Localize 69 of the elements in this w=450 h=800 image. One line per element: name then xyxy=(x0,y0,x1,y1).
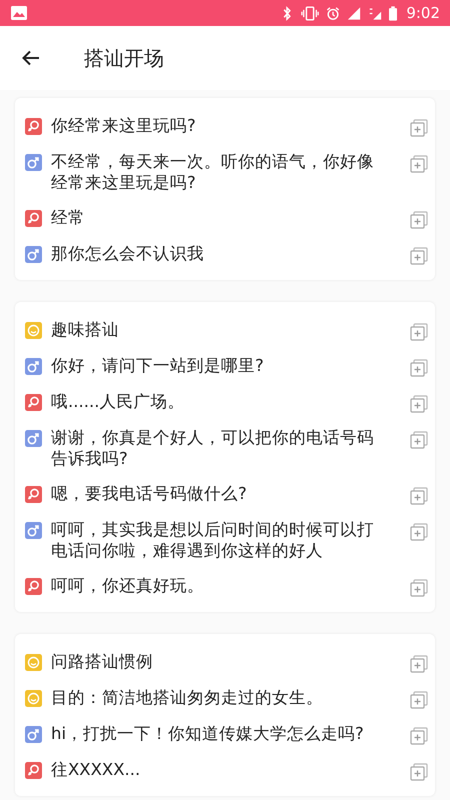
female-symbol-icon xyxy=(25,486,42,503)
page-title: 搭讪开场 xyxy=(84,44,164,72)
signal-icon xyxy=(347,6,362,20)
add-copy-icon xyxy=(410,579,428,597)
image-icon xyxy=(11,6,27,20)
add-copy-icon xyxy=(410,655,428,673)
add-copy-icon xyxy=(410,487,428,505)
male-symbol-icon xyxy=(25,726,42,743)
copy-button[interactable] xyxy=(410,359,428,377)
copy-button[interactable] xyxy=(410,395,428,413)
vibrate-icon xyxy=(301,6,320,20)
smiley-icon xyxy=(25,322,42,339)
line-text: 目的：简洁地搭讪匆匆走过的女生。 xyxy=(51,687,324,708)
copy-button[interactable] xyxy=(410,119,428,137)
male-symbol-icon xyxy=(25,430,42,447)
line-text: 经常 xyxy=(51,207,86,228)
line-text: 你经常来这里玩吗? xyxy=(51,115,197,136)
add-copy-icon xyxy=(410,691,428,709)
female-symbol-icon xyxy=(25,118,42,135)
copy-button[interactable] xyxy=(410,691,428,709)
line-text: 呵呵，其实我是想以后问时间的时候可以打电话问你啦，难得遇到你这样的好人 xyxy=(51,519,375,561)
copy-button[interactable] xyxy=(410,487,428,505)
clock-time: 9:02 xyxy=(406,4,440,22)
copy-button[interactable] xyxy=(410,323,428,341)
female-symbol-icon xyxy=(25,210,42,227)
male-symbol-icon xyxy=(25,246,42,263)
line-text: 哦......人民广场。 xyxy=(51,391,186,412)
line-text: 嗯，要我电话号码做什么? xyxy=(51,483,248,504)
line-text: 问路搭讪惯例 xyxy=(51,651,154,672)
line-text: 往XXXXX... xyxy=(51,759,142,780)
female-symbol-icon xyxy=(25,394,42,411)
line-text: 你好，请问下一站到是哪里? xyxy=(51,355,265,376)
male-symbol-icon xyxy=(25,522,42,539)
add-copy-icon xyxy=(410,119,428,137)
copy-button[interactable] xyxy=(410,655,428,673)
smiley-icon xyxy=(25,654,42,671)
line-text: 不经常，每天来一次。听你的语气，你好像经常来这里玩是吗? xyxy=(51,151,375,193)
line-text: 谢谢，你真是个好人，可以把你的电话号码告诉我吗? xyxy=(51,427,375,469)
add-copy-icon xyxy=(410,211,428,229)
alarm-icon xyxy=(326,6,340,20)
add-copy-icon xyxy=(410,359,428,377)
copy-button[interactable] xyxy=(410,763,428,781)
add-copy-icon xyxy=(410,323,428,341)
line-text: 趣味搭讪 xyxy=(51,319,120,340)
male-symbol-icon xyxy=(25,358,42,375)
copy-button[interactable] xyxy=(410,155,428,173)
back-arrow-icon xyxy=(22,50,40,66)
copy-button[interactable] xyxy=(410,247,428,265)
female-symbol-icon xyxy=(25,578,42,595)
line-text: 呵呵，你还真好玩。 xyxy=(51,575,205,596)
add-copy-icon xyxy=(410,247,428,265)
smiley-icon xyxy=(25,690,42,707)
add-copy-icon xyxy=(410,763,428,781)
copy-button[interactable] xyxy=(410,579,428,597)
copy-button[interactable] xyxy=(410,523,428,541)
copy-button[interactable] xyxy=(410,431,428,449)
female-symbol-icon xyxy=(25,762,42,779)
copy-button[interactable] xyxy=(410,727,428,745)
line-text: 那你怎么会不认识我 xyxy=(51,243,205,264)
signal-icon xyxy=(368,6,382,20)
male-symbol-icon xyxy=(25,154,42,171)
add-copy-icon xyxy=(410,727,428,745)
line-text: hi，打扰一下！你知道传媒大学怎么走吗? xyxy=(51,723,365,744)
copy-button[interactable] xyxy=(410,211,428,229)
add-copy-icon xyxy=(410,523,428,541)
add-copy-icon xyxy=(410,395,428,413)
add-copy-icon xyxy=(410,155,428,173)
battery-icon xyxy=(389,6,398,20)
add-copy-icon xyxy=(410,431,428,449)
